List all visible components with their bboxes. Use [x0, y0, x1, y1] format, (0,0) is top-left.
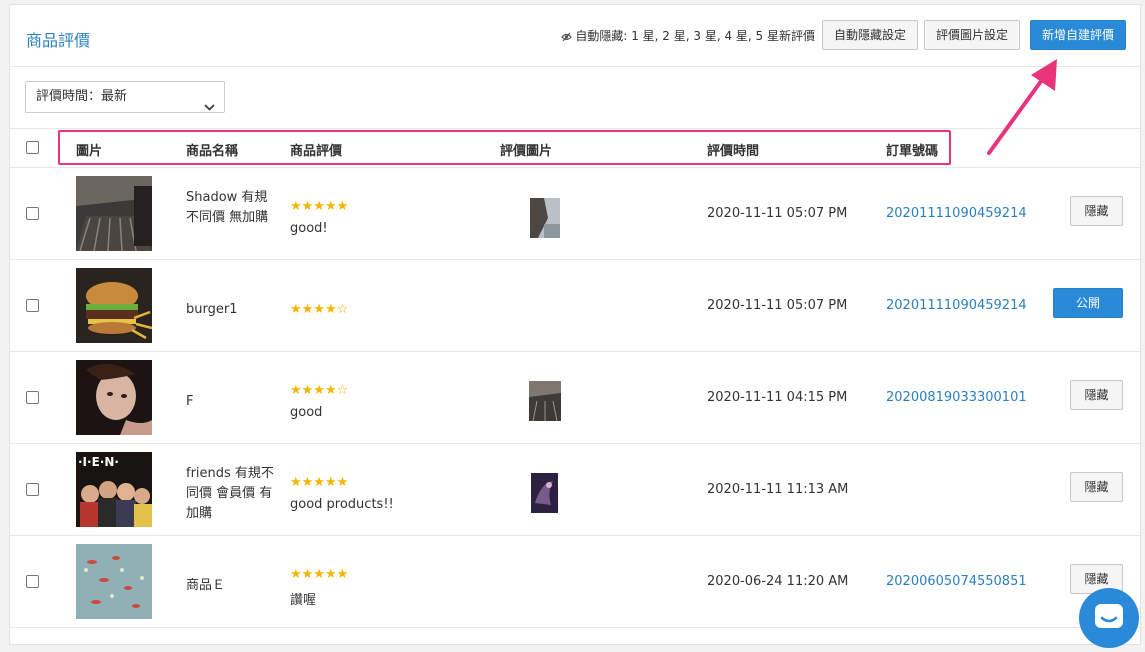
col-product-name: 商品名稱: [186, 144, 239, 159]
rating-stars: ★★★★☆: [290, 383, 349, 398]
row-checkbox[interactable]: [26, 207, 39, 220]
product-name: friends 有規不同價 會員價 有加購: [186, 466, 274, 521]
filter-label: 評價時間：最新: [36, 89, 128, 104]
product-thumbnail[interactable]: [76, 360, 152, 435]
product-name: burger1: [186, 302, 238, 317]
product-thumbnail[interactable]: [76, 544, 152, 619]
col-review-time: 評價時間: [707, 144, 760, 159]
review-comment: 讚喔: [290, 593, 317, 608]
table-row: burger1 ★★★★☆ 2020-11-11 05:07 PM 202011…: [10, 260, 1140, 352]
new-review-button[interactable]: 新增自建評價: [1030, 20, 1127, 50]
review-time: 2020-06-24 11:20 AM: [707, 574, 849, 589]
product-name: 商品Ｅ: [186, 578, 226, 593]
row-checkbox[interactable]: [26, 575, 39, 588]
col-review-image: 評價圖片: [500, 144, 553, 159]
page-title: 商品評價: [26, 31, 91, 50]
product-thumbnail[interactable]: [76, 176, 152, 251]
table-row: ·I·E·N· friends 有規不同價 會員價 有加購 ★★★★★ good…: [10, 444, 1140, 536]
table-row: Shadow 有規不同價 無加購 ★★★★★ good! 2020-11-11 …: [10, 168, 1140, 260]
review-comment: good!: [290, 221, 328, 236]
product-thumbnail[interactable]: [76, 268, 152, 343]
hide-button[interactable]: 隱藏: [1070, 472, 1123, 502]
review-time: 2020-11-11 05:07 PM: [707, 206, 848, 221]
review-image[interactable]: [530, 198, 560, 238]
hide-button[interactable]: 隱藏: [1070, 196, 1123, 226]
row-checkbox[interactable]: [26, 299, 39, 312]
review-comment: good: [290, 405, 323, 420]
rating-stars: ★★★★★: [290, 567, 349, 582]
review-comment: good products!!: [290, 497, 394, 512]
product-name: Shadow 有規不同價 無加購: [186, 190, 269, 225]
table-row: F ★★★★☆ good 2020-11-11 04:15 PM 2020081…: [10, 352, 1140, 444]
product-name: F: [186, 394, 194, 409]
col-rating: 商品評價: [290, 144, 343, 159]
rating-stars: ★★★★★: [290, 475, 349, 490]
hide-button[interactable]: 隱藏: [1070, 380, 1123, 410]
row-checkbox[interactable]: [26, 391, 39, 404]
auto-hide-settings-button[interactable]: 自動隱藏設定: [822, 20, 919, 50]
review-image-settings-button[interactable]: 評價圖片設定: [924, 20, 1021, 50]
rating-stars: ★★★★☆: [290, 302, 349, 317]
rating-stars: ★★★★★: [290, 199, 349, 214]
chat-widget-button[interactable]: [1079, 588, 1139, 648]
chevron-down-icon: [204, 93, 215, 123]
svg-text:·I·E·N·: ·I·E·N·: [78, 455, 119, 469]
auto-hide-status: 自動隱藏: 1 星, 2 星, 3 星, 4 星, 5 星新評價: [561, 27, 815, 45]
order-number-link[interactable]: 20200819033300101: [886, 390, 1027, 405]
order-number-link[interactable]: 20201111090459214: [886, 298, 1027, 313]
auto-hide-text: 自動隱藏: 1 星, 2 星, 3 星, 4 星, 5 星新評價: [575, 29, 815, 43]
page-header: 商品評價 自動隱藏: 1 星, 2 星, 3 星, 4 星, 5 星新評價 自動…: [10, 5, 1140, 67]
order-number-link[interactable]: 20200605074550851: [886, 574, 1027, 589]
annotation-arrow-icon: [987, 59, 1057, 155]
review-time: 2020-11-11 04:15 PM: [707, 390, 848, 405]
order-number-link[interactable]: 20201111090459214: [886, 206, 1027, 221]
review-image[interactable]: [529, 381, 561, 421]
select-all-checkbox[interactable]: [26, 141, 39, 154]
col-order-no: 訂單號碼: [886, 144, 939, 159]
chat-icon: [1095, 604, 1123, 628]
review-time: 2020-11-11 05:07 PM: [707, 298, 848, 313]
review-time: 2020-11-11 11:13 AM: [707, 482, 849, 497]
reviews-panel: 商品評價 自動隱藏: 1 星, 2 星, 3 星, 4 星, 5 星新評價 自動…: [9, 4, 1141, 645]
eye-slash-icon: [561, 31, 573, 45]
table-row: 商品Ｅ ★★★★★ 讚喔 2020-06-24 11:20 AM 2020060…: [10, 536, 1140, 628]
publish-button[interactable]: 公開: [1053, 288, 1123, 318]
row-checkbox[interactable]: [26, 483, 39, 496]
product-thumbnail[interactable]: ·I·E·N·: [76, 452, 152, 527]
col-image: 圖片: [76, 144, 103, 159]
review-image[interactable]: [531, 473, 558, 513]
review-time-filter[interactable]: 評價時間：最新: [25, 81, 225, 113]
